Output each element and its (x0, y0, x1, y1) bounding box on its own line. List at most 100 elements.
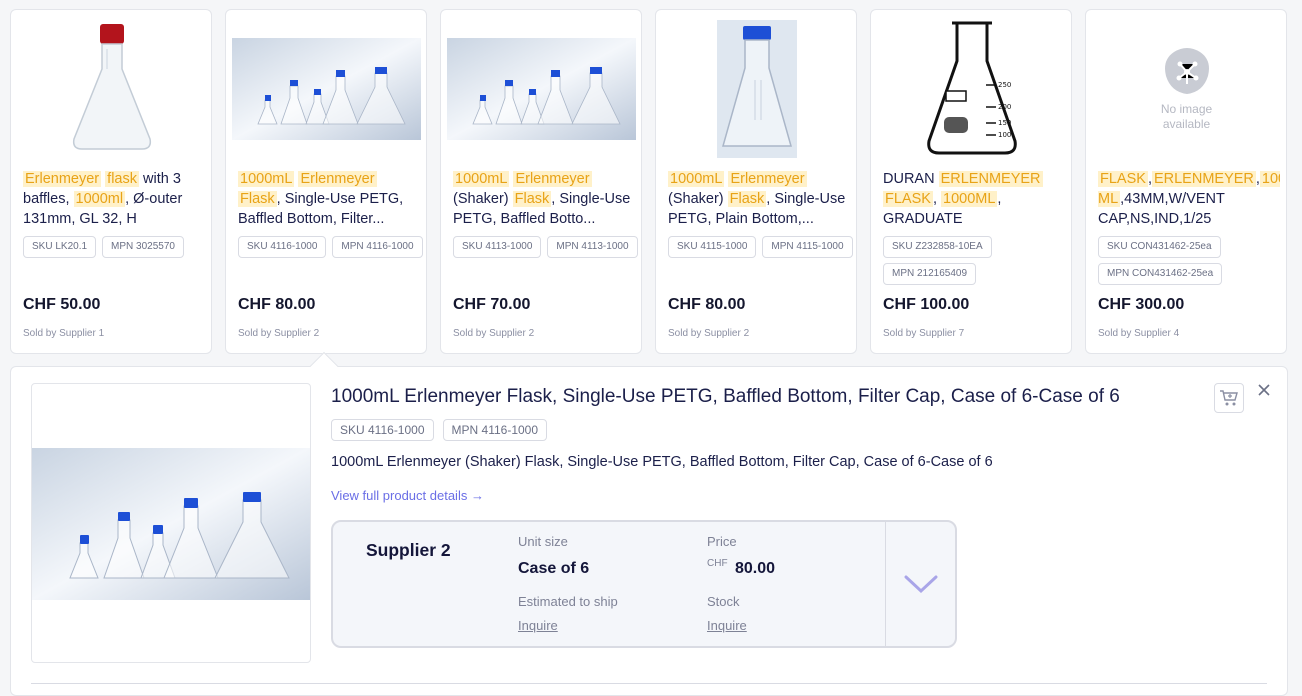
view-full-details-link[interactable]: View full product details → (331, 488, 484, 503)
product-price: CHF 70.00 (453, 296, 531, 313)
product-title[interactable]: DURAN ERLENMEYER FLASK, 1000ML, GRADUATE (883, 169, 1065, 229)
detail-product-image (31, 383, 311, 663)
mpn-chip: MPN 3025570 (102, 236, 184, 258)
search-highlight: FLASK (1098, 171, 1148, 187)
search-highlight: Erlenmeyer (23, 171, 102, 187)
no-image-text: No image available (1160, 102, 1213, 131)
ship-inquire-link[interactable]: Inquire (518, 618, 558, 633)
mpn-chip: MPN 4116-1000 (332, 236, 423, 258)
chevron-down-icon (904, 575, 937, 594)
sku-chip: SKU CON431462-25ea (1098, 236, 1221, 258)
search-highlight: ERLENMEYER (938, 171, 1043, 187)
sku-chip: SKU 4113-1000 (453, 236, 542, 258)
close-detail-button[interactable] (1255, 381, 1273, 399)
sold-by: Sold by Supplier 1 (23, 328, 105, 339)
product-price: CHF 300.00 (1098, 296, 1185, 313)
product-title[interactable]: 1000mL Erlenmeyer (Shaker) Flask, Single… (453, 169, 635, 229)
search-highlight: 1000ml (73, 191, 126, 207)
detail-title: 1000mL Erlenmeyer Flask, Single-Use PETG… (331, 386, 1120, 407)
svg-text:100: 100 (998, 131, 1011, 139)
identifier-chips: SKU 4115-1000 MPN 4115-1000 (668, 236, 853, 258)
sku-chip: SKU 4115-1000 (668, 236, 757, 258)
svg-text:150: 150 (998, 119, 1011, 127)
product-card[interactable]: Erlenmeyer flask with 3 baffles, 1000ml,… (10, 9, 212, 354)
flask-row-photo (32, 448, 310, 600)
stock-inquire-link[interactable]: Inquire (707, 618, 747, 633)
search-highlight: Flask (238, 191, 277, 207)
sku-chip: SKU LK20.1 (23, 236, 97, 258)
product-image (232, 16, 421, 162)
product-title[interactable]: 1000mL Erlenmeyer Flask, Single-Use PETG… (238, 169, 420, 229)
search-highlight: FLASK (883, 191, 933, 207)
identifier-chips: SKU CON431462-25ea MPN CON431462-25ea (1098, 236, 1283, 285)
mpn-chip: MPN 4113-1000 (547, 236, 638, 258)
search-highlight: 1000mL (453, 171, 510, 187)
product-price: CHF 50.00 (23, 296, 101, 313)
title-text: (Shaker) (453, 191, 513, 207)
detail-sku-chip: SKU 4116-1000 (331, 419, 434, 441)
sold-by: Sold by Supplier 2 (668, 328, 750, 339)
no-image-placeholder: No image available (1152, 46, 1222, 132)
search-highlight: ERLENMEYER (1151, 171, 1256, 187)
identifier-chips: SKU 4116-1000 MPN 4116-1000 (238, 236, 423, 258)
supplier-offer-panel: Supplier 2 Unit size Case of 6 Price CHF… (331, 520, 957, 648)
product-image (17, 16, 206, 162)
product-price: CHF 80.00 (668, 296, 746, 313)
sold-by: Sold by Supplier 2 (453, 328, 535, 339)
product-title[interactable]: 1000mL Erlenmeyer (Shaker) Flask, Single… (668, 169, 850, 229)
price-value: 80.00 (735, 560, 776, 577)
expand-offers-button[interactable] (885, 522, 955, 646)
search-highlight: Flask (512, 191, 552, 207)
price-label: Price (707, 534, 737, 549)
product-card[interactable]: 1000mL Erlenmeyer Flask, Single-Use PETG… (225, 9, 427, 354)
cart-icon (1220, 390, 1238, 406)
unit-size-label: Unit size (518, 534, 568, 549)
product-image (662, 16, 851, 162)
supplier-name: Supplier 2 (366, 540, 451, 560)
price-currency: CHF (707, 558, 728, 569)
product-title[interactable]: FLASK,ERLENMEYER,1000 ML,43MM,W/VENT CAP… (1098, 169, 1280, 229)
product-image: 250 200 150 100 (877, 16, 1066, 162)
identifier-chips: SKU Z232858-10EA MPN 212165409 (883, 236, 1068, 285)
unit-size-value: Case of 6 (518, 560, 590, 577)
identifier-chips: SKU 4113-1000 MPN 4113-1000 (453, 236, 638, 258)
sku-chip: SKU 4116-1000 (238, 236, 327, 258)
svg-text:200: 200 (998, 103, 1011, 111)
svg-text:250: 250 (998, 81, 1011, 89)
sold-by: Sold by Supplier 2 (238, 328, 320, 339)
detail-identifiers: SKU 4116-1000 MPN 4116-1000 (331, 419, 548, 441)
search-highlight: 1000mL (238, 171, 295, 187)
detail-description: 1000mL Erlenmeyer (Shaker) Flask, Single… (331, 454, 993, 470)
product-detail-panel: 1000mL Erlenmeyer Flask, Single-Use PETG… (10, 366, 1288, 696)
product-card[interactable]: 1000mL Erlenmeyer (Shaker) Flask, Single… (655, 9, 857, 354)
detail-mpn-chip: MPN 4116-1000 (442, 419, 548, 441)
product-grid: Erlenmeyer flask with 3 baffles, 1000ml,… (10, 9, 1287, 354)
sku-chip: SKU Z232858-10EA (883, 236, 992, 258)
search-highlight: flask (105, 171, 139, 187)
product-image (447, 16, 636, 162)
product-card[interactable]: 1000mL Erlenmeyer (Shaker) Flask, Single… (440, 9, 642, 354)
search-highlight: 1000ML (941, 191, 998, 207)
product-title[interactable]: Erlenmeyer flask with 3 baffles, 1000ml,… (23, 169, 205, 229)
mpn-chip: MPN CON431462-25ea (1098, 263, 1223, 285)
product-price: CHF 80.00 (238, 296, 316, 313)
title-text: DURAN (883, 171, 939, 187)
search-highlight: 1000mL (668, 171, 725, 187)
stock-label: Stock (707, 594, 740, 609)
product-card[interactable]: 250 200 150 100 DURAN ERLENMEYER FLASK, 1000… (870, 9, 1072, 354)
close-icon (1258, 384, 1270, 396)
product-image: No image available (1092, 16, 1281, 162)
mpn-chip: MPN 4115-1000 (762, 236, 853, 258)
search-highlight: Erlenmeyer (728, 171, 807, 187)
identifier-chips: SKU LK20.1 MPN 3025570 (23, 236, 208, 258)
divider (31, 683, 1267, 684)
ship-label: Estimated to ship (518, 594, 618, 609)
sold-by: Sold by Supplier 7 (883, 328, 965, 339)
add-to-cart-button[interactable] (1214, 383, 1244, 413)
placeholder-logo-icon (1164, 48, 1209, 94)
search-highlight: Erlenmeyer (298, 171, 377, 187)
title-text: (Shaker) (668, 191, 728, 207)
search-highlight: Erlenmeyer (513, 171, 592, 187)
product-card[interactable]: No image available FLASK,ERLENMEYER,1000 … (1085, 9, 1287, 354)
sold-by: Sold by Supplier 4 (1098, 328, 1180, 339)
